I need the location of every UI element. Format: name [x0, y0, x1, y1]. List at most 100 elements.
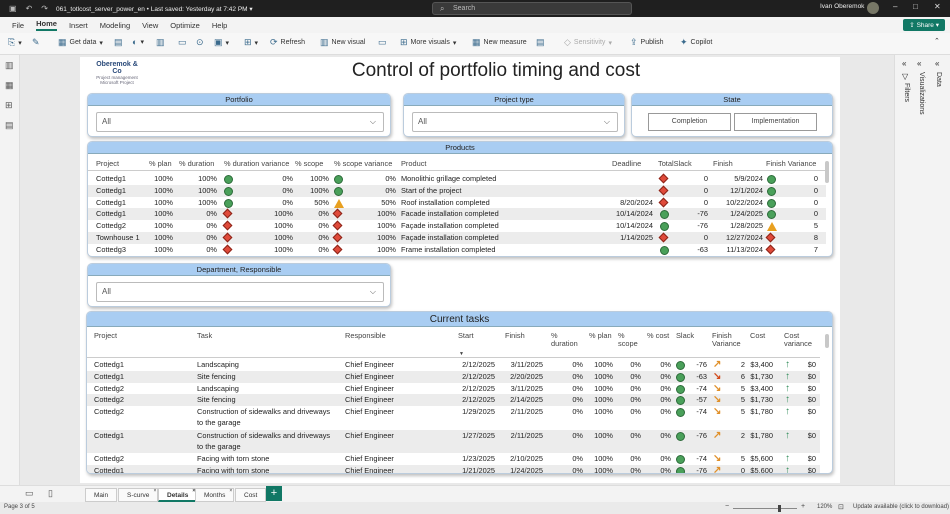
col-duration[interactable]: % duration: [179, 160, 214, 168]
visualizations-pane-label[interactable]: Visualizations: [918, 72, 925, 115]
close-icon[interactable]: ✕: [934, 2, 941, 11]
format-painter-button[interactable]: ✎: [32, 37, 40, 48]
copilot-button[interactable]: ✦ Copilot: [680, 37, 712, 48]
col-plan[interactable]: % plan: [149, 160, 172, 168]
report-view-icon[interactable]: ▥: [5, 60, 14, 71]
paste-button[interactable]: ⎘ ▾: [8, 37, 22, 48]
state-implementation-button[interactable]: Implementation: [734, 113, 817, 131]
tab-months[interactable]: Months ×: [195, 488, 235, 502]
col-cost[interactable]: Cost: [750, 332, 765, 340]
col-totalslack[interactable]: TotalSlack: [658, 160, 692, 168]
col-start[interactable]: Start: [458, 332, 474, 340]
desktop-layout-icon[interactable]: ▭: [25, 488, 34, 499]
tab-main[interactable]: Main: [85, 488, 118, 502]
table-row[interactable]: Cottedg2 Construction of sidewalks and dr…: [87, 406, 820, 430]
table-row[interactable]: Cottedg2 Landscaping Chief Engineer 2/12/20…: [87, 383, 820, 395]
table-view-icon[interactable]: ▦: [5, 80, 14, 91]
more-visuals-button[interactable]: ⊞ More visuals ▾: [400, 37, 456, 48]
menu-insert[interactable]: Insert: [69, 21, 88, 30]
col-cost-variance[interactable]: Cost variance: [784, 332, 814, 348]
col-scope[interactable]: % scope: [295, 160, 323, 168]
tab-cost[interactable]: Cost: [235, 488, 267, 502]
menu-view[interactable]: View: [142, 21, 158, 30]
avatar[interactable]: [867, 2, 879, 14]
col-pct-plan[interactable]: % plan: [589, 332, 612, 340]
tasks-scrollbar[interactable]: [825, 334, 829, 348]
col-responsible[interactable]: Responsible: [345, 332, 386, 340]
expand-visualizations-icon[interactable]: «: [917, 59, 921, 68]
col-duration-variance[interactable]: % duration variance: [224, 160, 289, 168]
project-type-dropdown[interactable]: All ⌵: [412, 112, 618, 132]
zoom-out-icon[interactable]: −: [725, 503, 729, 510]
dataverse-button[interactable]: ▭: [178, 37, 187, 48]
new-measure-button[interactable]: ▦ New measure: [472, 37, 527, 48]
state-completion-button[interactable]: Completion: [648, 113, 731, 131]
tab-details[interactable]: Details ×: [158, 488, 198, 502]
dax-query-icon[interactable]: ▤: [5, 120, 14, 131]
table-row[interactable]: Cottedg1 100% 100% 0% 50% 50% Roof installatio…: [88, 197, 826, 209]
refresh-button[interactable]: ⟳ Refresh: [270, 37, 305, 48]
new-visual-button[interactable]: ▥ New visual: [320, 37, 365, 48]
add-page-button[interactable]: +: [266, 486, 282, 501]
undo-icon[interactable]: ↶: [26, 4, 33, 13]
search-box[interactable]: ⌕ Search: [432, 2, 632, 15]
menu-help[interactable]: Help: [212, 21, 227, 30]
update-notice[interactable]: Update available (click to download): [853, 504, 949, 510]
col-product[interactable]: Product: [401, 160, 426, 168]
table-row[interactable]: Cottedg3 100% 0% 100% 0% 100% Frame installati…: [88, 244, 826, 256]
quick-measure-button[interactable]: ▤: [536, 37, 545, 48]
table-row[interactable]: Cottedg2 100% 0% 100% 0% 100% Façade installat…: [88, 220, 826, 232]
col-project[interactable]: Project: [94, 332, 117, 340]
transform-button[interactable]: ⊞ ▾: [244, 37, 258, 48]
col-task[interactable]: Task: [197, 332, 212, 340]
col-finish[interactable]: Finish: [505, 332, 525, 340]
zoom-slider-thumb[interactable]: [778, 505, 781, 512]
close-icon[interactable]: ×: [153, 488, 156, 494]
table-row[interactable]: Cottedg1 Facing with torn stone Chief Engi…: [87, 465, 820, 473]
department-dropdown[interactable]: All ⌵: [96, 282, 384, 302]
table-row[interactable]: Cottedg1 Landscaping Chief Engineer 2/12/20…: [87, 359, 820, 371]
col-scope-variance[interactable]: % scope variance: [334, 160, 392, 168]
zoom-in-icon[interactable]: +: [801, 503, 805, 510]
collapse-ribbon-icon[interactable]: ⌃: [934, 37, 940, 45]
table-row[interactable]: Cottedg2 Site fencing Chief Engineer 2/12/2…: [87, 394, 820, 407]
data-pane-label[interactable]: Data: [935, 72, 942, 87]
model-view-icon[interactable]: ⊞: [5, 100, 13, 111]
mobile-layout-icon[interactable]: ▯: [48, 488, 53, 499]
table-row[interactable]: Cottedg1 100% 0% 100% 0% 100% Facade installat…: [88, 208, 826, 221]
table-row[interactable]: Cottedg1 Construction of sidewalks and dr…: [87, 429, 820, 454]
expand-data-icon[interactable]: «: [935, 59, 939, 68]
table-row[interactable]: Cottedg1 100% 100% 0% 100% 0% Start of the pro…: [88, 184, 826, 197]
get-data-button[interactable]: ▦ Get data ▾: [58, 37, 103, 48]
dax-button[interactable]: ⊙: [196, 37, 204, 48]
tab-s-curve[interactable]: S-curve ×: [118, 488, 159, 502]
close-icon[interactable]: ×: [229, 488, 232, 494]
zoom-slider[interactable]: [733, 508, 797, 509]
theme-button[interactable]: ◐ ▾: [132, 37, 144, 47]
portfolio-dropdown[interactable]: All ⌵: [96, 112, 384, 132]
recent-button[interactable]: ▣ ▾: [214, 37, 229, 48]
fit-page-icon[interactable]: ⊡: [838, 503, 844, 511]
textbox-button[interactable]: ▭: [378, 37, 387, 48]
table-row[interactable]: Townhouse 1 100% 0% 100% 0% 100% Façade instal…: [88, 232, 826, 244]
col-deadline[interactable]: Deadline: [612, 160, 641, 168]
table-row[interactable]: Cottedg2 Facing with torn stone Chief Engi…: [87, 453, 820, 465]
col-finish-variance[interactable]: Finish Variance: [766, 160, 816, 168]
col-finish-variance[interactable]: Finish Variance: [712, 332, 744, 348]
col-pct-scope[interactable]: % scope: [618, 332, 643, 348]
sensitivity-button[interactable]: ◇ Sensitivity ▾: [564, 37, 612, 48]
table-row[interactable]: Cottedg1 100% 100% 0% 100% 0% Monolithic grill…: [88, 173, 826, 185]
col-pct-duration[interactable]: % duration: [551, 332, 581, 348]
table-button[interactable]: ▥: [156, 37, 165, 48]
share-button[interactable]: ⇪ Share ▾: [903, 19, 945, 31]
sort-desc-icon[interactable]: ▼: [459, 350, 464, 358]
col-finish[interactable]: Finish: [713, 160, 733, 168]
filters-pane-label[interactable]: Filters: [903, 83, 910, 102]
col-pct-cost[interactable]: % cost: [647, 332, 669, 340]
publish-button[interactable]: ⇪ Publish: [630, 37, 664, 48]
excel-button[interactable]: ▤: [114, 37, 123, 48]
save-icon[interactable]: ▣: [9, 4, 17, 13]
menu-modeling[interactable]: Modeling: [100, 21, 130, 30]
col-slack[interactable]: Slack: [676, 332, 694, 340]
expand-filters-icon[interactable]: «: [902, 59, 906, 68]
